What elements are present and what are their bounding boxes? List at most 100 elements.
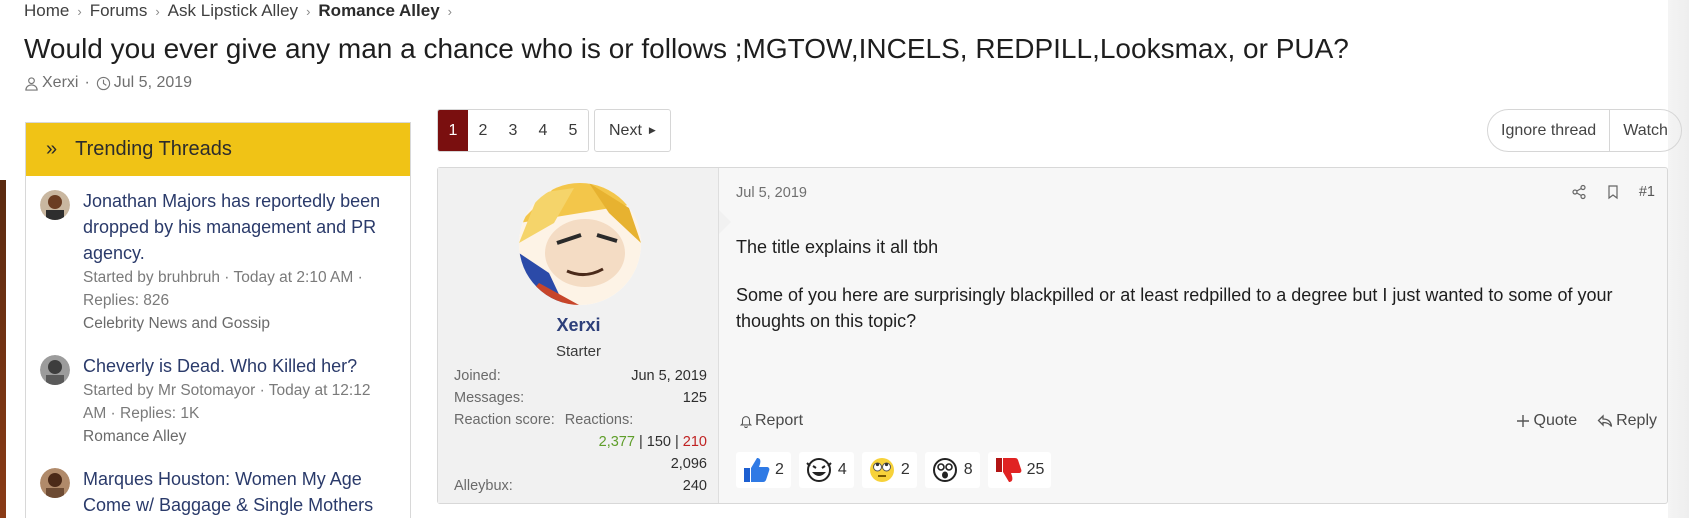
page-1-link[interactable]: 1 — [438, 110, 468, 151]
thread-meta-text: Started by bruhbruh · Today at 2:10 AM ·… — [83, 269, 363, 309]
post-arrow — [719, 210, 731, 234]
page-4-link[interactable]: 4 — [528, 110, 558, 151]
list-item: Jonathan Majors has reportedly been drop… — [26, 176, 410, 335]
breadcrumb-ask-lipstick-alley[interactable]: Ask Lipstick Alley — [168, 1, 298, 21]
positive-reactions: 2,377 — [598, 434, 635, 450]
reaction-count: 4 — [837, 461, 847, 478]
post-body: The title explains it all tbh Some of yo… — [736, 234, 1656, 334]
page-3-link[interactable]: 3 — [498, 110, 528, 151]
avatar[interactable] — [40, 468, 70, 498]
reaction-count: 2 — [900, 461, 910, 478]
reaction-bar: 2 4 2 8 25 — [736, 452, 1052, 488]
thumbs-up-icon — [744, 458, 770, 482]
trending-threads-widget: » Trending Threads Jonathan Majors has r… — [25, 122, 411, 518]
quote-label: Quote — [1533, 412, 1578, 429]
thread-meta-text: Started by Mr Sotomayor · Today at 12:12… — [83, 382, 371, 422]
report-label: Report — [755, 412, 804, 429]
clock-icon — [96, 76, 110, 90]
user-title: Starter — [555, 343, 601, 360]
stat-label: Alleybux: — [454, 478, 513, 494]
page-2-link[interactable]: 2 — [468, 110, 498, 151]
widget-header[interactable]: » Trending Threads — [26, 123, 410, 176]
reply-label: Reply — [1616, 412, 1657, 429]
post-user-column: Xerxi Starter Joined: Jun 5, 2019 Message… — [438, 168, 719, 503]
avatar[interactable] — [40, 355, 70, 385]
post: Xerxi Starter Joined: Jun 5, 2019 Message… — [437, 167, 1668, 504]
messages-link[interactable]: 125 — [683, 387, 707, 409]
stat-value: Jun 5, 2019 — [631, 368, 707, 384]
reaction-like[interactable]: 2 — [736, 452, 791, 488]
forum-link[interactable]: Romance Alley — [83, 425, 393, 448]
page-edge-decoration — [1668, 0, 1689, 518]
thread-date-link[interactable]: Jul 5, 2019 — [114, 74, 192, 92]
separator: | — [670, 434, 683, 450]
chevron-right-icon: › — [77, 3, 82, 19]
plus-icon — [1516, 415, 1529, 427]
username-link[interactable]: Xerxi — [438, 315, 719, 336]
negative-reactions: 210 — [682, 434, 707, 450]
post-tools: #1 — [1571, 184, 1655, 200]
caret-right-icon: ▶ — [648, 125, 656, 135]
breadcrumb-romance-alley[interactable]: Romance Alley — [318, 1, 439, 21]
forum-link[interactable]: Celebrity News and Gossip — [83, 312, 393, 335]
post-paragraph: Some of you here are surprisingly blackp… — [736, 285, 1613, 331]
user-icon — [25, 76, 38, 91]
post-paragraph: The title explains it all tbh — [736, 237, 939, 257]
list-item: Marques Houston: Women My Age Come w/ Ba… — [26, 448, 410, 518]
stat-label: Reactions: — [564, 412, 634, 428]
thread-actions: Ignore thread Watch — [1487, 109, 1682, 152]
share-icon[interactable] — [1571, 184, 1587, 200]
thread-title-link[interactable]: Marques Houston: Women My Age Come w/ Ba… — [83, 466, 393, 518]
page-edge-decoration — [0, 180, 6, 518]
avatar[interactable] — [519, 183, 641, 305]
reaction-count: 25 — [1026, 461, 1045, 478]
breadcrumb-forums[interactable]: Forums — [90, 1, 148, 21]
thread-title-link[interactable]: Jonathan Majors has reportedly been drop… — [83, 188, 393, 266]
page-5-link[interactable]: 5 — [558, 110, 588, 151]
shocked-icon — [932, 458, 957, 482]
reply-button[interactable]: Reply — [1597, 412, 1657, 430]
neutral-reactions: 150 — [646, 434, 671, 450]
widget-title: Trending Threads — [75, 138, 232, 160]
stat-value: 240 — [682, 478, 707, 494]
report-button[interactable]: Report — [739, 412, 803, 430]
thread-author-link[interactable]: Xerxi — [42, 74, 78, 92]
post-actions: Quote Reply — [1515, 412, 1657, 430]
stat-label: Joined: — [454, 368, 501, 384]
chevron-right-icon: › — [155, 3, 160, 19]
reaction-shock[interactable]: 8 — [924, 452, 980, 488]
reaction-laugh[interactable]: 4 — [798, 452, 854, 488]
list-item: Cheverly is Dead. Who Killed her? Starte… — [26, 335, 410, 448]
user-avatar-image — [519, 183, 641, 305]
bell-icon — [739, 416, 753, 428]
thread-title-link[interactable]: Cheverly is Dead. Who Killed her? — [83, 353, 393, 379]
breadcrumb-home[interactable]: Home — [24, 1, 69, 21]
reaction-total: 2,096 — [670, 456, 707, 472]
reaction-eyeroll[interactable]: 2 — [861, 452, 917, 488]
reaction-count: 2 — [775, 461, 784, 478]
next-page-button[interactable]: Next ▶ — [594, 109, 671, 152]
post-date-link[interactable]: Jul 5, 2019 — [736, 185, 807, 201]
reaction-count: 8 — [963, 461, 973, 478]
reply-icon — [1597, 414, 1613, 427]
laughing-icon — [806, 458, 832, 482]
reaction-dislike[interactable]: 25 — [987, 452, 1052, 488]
eye-roll-icon — [869, 458, 894, 482]
chevron-right-icon: › — [447, 3, 452, 19]
watch-button[interactable]: Watch — [1609, 110, 1681, 151]
quote-button[interactable]: Quote — [1515, 412, 1578, 430]
pagination: 1 2 3 4 5 Next ▶ — [437, 109, 671, 152]
separator: | — [634, 434, 647, 450]
stat-label: Messages: — [454, 390, 525, 406]
post-main: Jul 5, 2019 #1 The title explains it all… — [736, 168, 1661, 503]
user-stats: Joined: Jun 5, 2019 Messages: 125 Reaction… — [454, 365, 707, 497]
thread-meta: Xerxi · Jul 5, 2019 — [24, 74, 192, 92]
ignore-thread-button[interactable]: Ignore thread — [1488, 110, 1609, 151]
post-number-link[interactable]: #1 — [1639, 184, 1655, 200]
avatar[interactable] — [40, 190, 70, 220]
bookmark-icon[interactable] — [1605, 184, 1621, 200]
double-chevron-icon: » — [46, 138, 57, 160]
separator: · — [84, 74, 90, 91]
breadcrumb: Home › Forums › Ask Lipstick Alley › Rom… — [24, 1, 460, 21]
page-title: Would you ever give any man a chance who… — [24, 33, 1349, 64]
